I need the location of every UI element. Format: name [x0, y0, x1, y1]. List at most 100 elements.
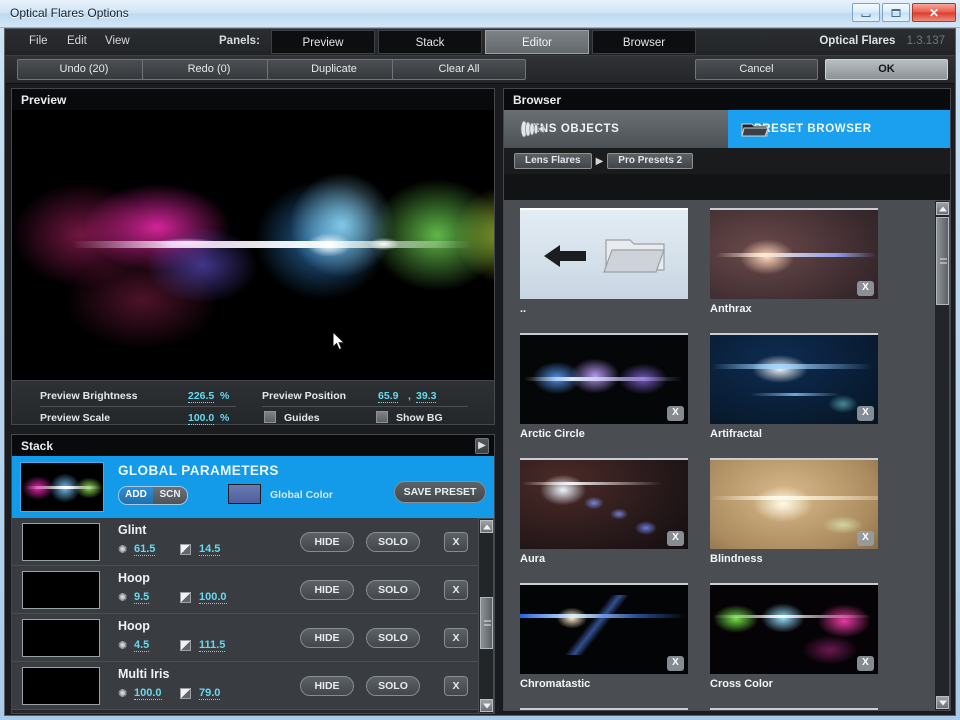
close-button[interactable]: ✕ — [912, 3, 956, 22]
list-item[interactable]: X Blindness — [710, 458, 878, 565]
scrollbar-thumb[interactable] — [936, 217, 949, 305]
preview-position-y[interactable]: 39.3 — [416, 390, 437, 403]
list-item[interactable] — [520, 708, 688, 710]
show-bg-checkbox[interactable] — [376, 411, 388, 423]
preset-thumbnail[interactable]: X — [520, 458, 688, 549]
preview-canvas[interactable] — [11, 110, 495, 381]
preset-grid-container: .. X Anthrax X Arctic Circle X Artifract… — [504, 200, 936, 710]
save-preset-button[interactable]: SAVE PRESET — [394, 481, 486, 503]
stack-item-brightness[interactable]: 9.5 — [134, 591, 150, 604]
list-item[interactable]: X Arctic Circle — [520, 333, 688, 440]
remove-preset-button[interactable]: X — [857, 281, 874, 296]
solo-button[interactable]: SOLO — [366, 580, 420, 600]
preset-thumbnail[interactable]: X — [710, 458, 878, 549]
solo-button[interactable]: SOLO — [366, 676, 420, 696]
remove-button[interactable]: X — [444, 532, 468, 552]
preset-thumbnail[interactable]: X — [520, 583, 688, 674]
scroll-up-arrow[interactable] — [936, 202, 949, 215]
remove-preset-button[interactable]: X — [667, 531, 684, 546]
menu-view[interactable]: View — [105, 35, 130, 47]
clear-all-button[interactable]: Clear All — [392, 59, 526, 80]
preview-position-label: Preview Position — [262, 390, 347, 402]
preset-thumbnail[interactable] — [520, 208, 688, 299]
tab-stack[interactable]: Stack — [378, 30, 482, 54]
hide-button[interactable]: HIDE — [300, 676, 354, 696]
stack-item-brightness[interactable]: 100.0 — [134, 687, 162, 700]
list-item[interactable] — [710, 708, 878, 710]
tab-editor[interactable]: Editor — [485, 30, 589, 54]
blend-mode-toggle[interactable]: ADD SCN — [118, 486, 188, 505]
hide-button[interactable]: HIDE — [300, 532, 354, 552]
remove-preset-button[interactable]: X — [667, 406, 684, 421]
menu-file[interactable]: File — [29, 35, 48, 47]
ok-button[interactable]: OK — [825, 59, 948, 80]
remove-button[interactable]: X — [444, 628, 468, 648]
scroll-down-arrow[interactable] — [480, 699, 493, 712]
list-item[interactable]: X Artifractal — [710, 333, 878, 440]
stack-scrollbar[interactable] — [478, 518, 494, 713]
table-row[interactable]: Hoop ✺ 4.5 111.5 HIDE SOLO X — [12, 614, 482, 662]
stack-item-brightness[interactable]: 4.5 — [134, 639, 150, 652]
blend-add-option[interactable]: ADD — [119, 487, 153, 504]
solo-button[interactable]: SOLO — [366, 628, 420, 648]
preview-brightness-value[interactable]: 226.5 — [188, 390, 215, 403]
preset-thumbnail[interactable] — [710, 708, 878, 710]
preset-thumbnail[interactable]: X — [710, 208, 878, 299]
preset-thumbnail[interactable] — [520, 708, 688, 710]
tab-preview[interactable]: Preview — [271, 30, 375, 54]
tab-browser[interactable]: Browser — [592, 30, 696, 54]
guides-label: Guides — [284, 412, 320, 424]
breadcrumb-separator-icon: ▶ — [595, 155, 604, 167]
menu-edit[interactable]: Edit — [67, 35, 87, 47]
remove-preset-button[interactable]: X — [857, 656, 874, 671]
breadcrumb-item-pro-presets[interactable]: Pro Presets 2 — [607, 153, 694, 169]
table-row[interactable]: Hoop ✺ 9.5 100.0 HIDE SOLO X — [12, 566, 482, 614]
preset-thumbnail[interactable]: X — [710, 583, 878, 674]
table-row[interactable]: Glint ✺ 61.5 14.5 HIDE SOLO X — [12, 518, 482, 566]
duplicate-button[interactable]: Duplicate — [267, 59, 401, 80]
preset-thumbnail[interactable]: X — [710, 333, 878, 424]
stack-expand-arrow[interactable]: ▶ — [475, 438, 489, 454]
global-color-swatch[interactable] — [228, 484, 261, 504]
scrollbar-thumb[interactable] — [480, 597, 493, 649]
stack-item-scale[interactable]: 111.5 — [199, 639, 226, 652]
preset-thumbnail[interactable]: X — [520, 333, 688, 424]
stack-item-scale[interactable]: 14.5 — [199, 543, 221, 556]
breadcrumb-item-lens-flares[interactable]: Lens Flares — [514, 153, 592, 169]
left-column: Preview Preview Brightness 226.5 % Previ… — [11, 88, 495, 714]
list-item[interactable]: X Anthrax — [710, 208, 878, 315]
browser-scrollbar[interactable] — [934, 200, 950, 710]
stack-item-scale[interactable]: 100.0 — [199, 591, 227, 604]
tab-preset-browser[interactable]: PRESET BROWSER — [728, 110, 950, 148]
list-item[interactable]: X Chromatastic — [520, 583, 688, 690]
list-item[interactable]: .. — [520, 208, 688, 315]
preview-position-x[interactable]: 65.9 — [378, 390, 399, 403]
undo-button[interactable]: Undo (20) — [17, 59, 151, 80]
breadcrumb: Lens Flares ▶ Pro Presets 2 — [504, 148, 950, 174]
guides-checkbox[interactable] — [264, 411, 276, 423]
blend-scn-option[interactable]: SCN — [153, 487, 187, 504]
maximize-button[interactable] — [882, 3, 910, 22]
remove-preset-button[interactable]: X — [667, 656, 684, 671]
stack-item-scale[interactable]: 79.0 — [199, 687, 221, 700]
minimize-button[interactable] — [852, 3, 880, 22]
close-icon: ✕ — [928, 5, 940, 20]
table-row[interactable]: Multi Iris ✺ 100.0 79.0 HIDE SOLO X — [12, 662, 482, 710]
scroll-down-arrow[interactable] — [936, 696, 949, 709]
solo-button[interactable]: SOLO — [366, 532, 420, 552]
stack-item-brightness[interactable]: 61.5 — [134, 543, 156, 556]
preview-scale-value[interactable]: 100.0 — [188, 412, 215, 425]
remove-preset-button[interactable]: X — [857, 406, 874, 421]
tab-lens-objects[interactable]: LENS OBJECTS — [504, 110, 728, 148]
global-parameters-row[interactable]: GLOBAL PARAMETERS ADD SCN Global Color S… — [12, 456, 494, 518]
remove-button[interactable]: X — [444, 676, 468, 696]
cancel-button[interactable]: Cancel — [695, 59, 818, 80]
redo-button[interactable]: Redo (0) — [142, 59, 276, 80]
list-item[interactable]: X Cross Color — [710, 583, 878, 690]
remove-button[interactable]: X — [444, 580, 468, 600]
scroll-up-arrow[interactable] — [480, 520, 493, 533]
hide-button[interactable]: HIDE — [300, 628, 354, 648]
list-item[interactable]: X Aura — [520, 458, 688, 565]
hide-button[interactable]: HIDE — [300, 580, 354, 600]
remove-preset-button[interactable]: X — [857, 531, 874, 546]
